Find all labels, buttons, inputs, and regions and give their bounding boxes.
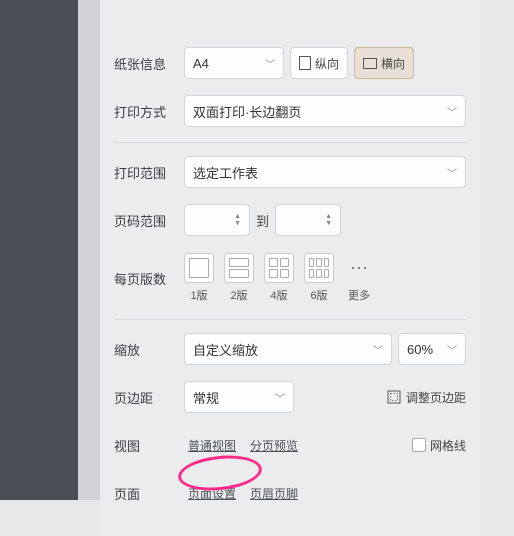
portrait-icon	[299, 56, 311, 70]
row-pages-per-sheet: 每页版数 1版 2版 4版 6版 ⋯ 更多	[114, 251, 466, 305]
zoom-mode-select[interactable]: 自定义缩放 ﹀	[184, 333, 392, 365]
ellipsis-icon: ⋯	[344, 253, 374, 283]
pages-per-sheet-label: 每页版数	[114, 269, 176, 288]
print-mode-label: 打印方式	[114, 102, 176, 121]
print-settings-panel: 纸张信息 A4 ﹀ 纵向 横向 打印方式 双面打印·长边翻页 ﹀	[100, 0, 480, 536]
row-view: 视图 普通视图 分页预览 网格线	[114, 428, 466, 462]
print-range-value: 选定工作表	[193, 163, 258, 182]
gridlines-text: 网格线	[430, 437, 466, 454]
chevron-down-icon: ﹀	[275, 390, 285, 405]
divider	[114, 319, 466, 320]
zoom-label: 缩放	[114, 340, 176, 359]
layout-more-text: 更多	[348, 287, 370, 303]
page-range-to-text: 到	[256, 211, 269, 230]
adjust-margins-text: 调整页边距	[406, 389, 466, 406]
row-margins: 页边距 常规 ﹀ 调整页边距	[114, 380, 466, 414]
landscape-icon	[363, 58, 377, 69]
layout-more-button[interactable]: ⋯ 更多	[344, 253, 374, 303]
paper-size-value: A4	[193, 56, 209, 71]
gridlines-checkbox	[412, 438, 426, 452]
gridlines-toggle[interactable]: 网格线	[412, 437, 466, 454]
layout-2-button[interactable]: 2版	[224, 253, 254, 303]
layout-4-text: 4版	[270, 287, 287, 303]
zoom-mode-value: 自定义缩放	[193, 340, 258, 359]
adjust-margins-button[interactable]: 调整页边距	[386, 389, 466, 406]
row-print-range: 打印范围 选定工作表 ﹀	[114, 155, 466, 189]
row-zoom: 缩放 自定义缩放 ﹀ 60% ﹀	[114, 332, 466, 366]
print-mode-select[interactable]: 双面打印·长边翻页 ﹀	[184, 95, 466, 127]
orientation-landscape-button[interactable]: 横向	[354, 47, 414, 79]
margins-label: 页边距	[114, 388, 176, 407]
layout-4-button[interactable]: 4版	[264, 253, 294, 303]
layout-1-text: 1版	[190, 287, 207, 303]
layout-6-button[interactable]: 6版	[304, 253, 334, 303]
chevron-down-icon: ﹀	[447, 104, 457, 119]
margins-value: 常规	[193, 388, 219, 407]
spinner-arrows-icon: ▲▼	[325, 213, 332, 227]
page-to-input[interactable]: ▲▼	[275, 204, 341, 236]
page-setup-link[interactable]: 页面设置	[184, 483, 240, 504]
page-range-label: 页码范围	[114, 211, 176, 230]
print-range-label: 打印范围	[114, 163, 176, 182]
top-toolbar	[114, 12, 466, 38]
view-normal-link[interactable]: 普通视图	[184, 435, 240, 456]
paper-label: 纸张信息	[114, 54, 176, 73]
chevron-down-icon: ﹀	[373, 342, 383, 357]
paper-size-select[interactable]: A4 ﹀	[184, 47, 284, 79]
portrait-text: 纵向	[315, 55, 339, 72]
page-from-input[interactable]: ▲▼	[184, 204, 250, 236]
divider	[114, 142, 466, 143]
spinner-arrows-icon: ▲▼	[234, 213, 241, 227]
margins-select[interactable]: 常规 ﹀	[184, 381, 294, 413]
zoom-value-text: 60%	[407, 342, 433, 357]
chevron-down-icon: ﹀	[447, 165, 457, 180]
row-page-range: 页码范围 ▲▼ 到 ▲▼	[114, 203, 466, 237]
row-paper: 纸张信息 A4 ﹀ 纵向 横向	[114, 46, 466, 80]
window-edge	[0, 0, 100, 500]
landscape-text: 横向	[381, 55, 405, 72]
chevron-down-icon: ﹀	[447, 342, 457, 357]
layout-1-button[interactable]: 1版	[184, 253, 214, 303]
header-footer-link[interactable]: 页眉页脚	[246, 483, 302, 504]
row-page: 页面 页面设置 页眉页脚	[114, 476, 466, 510]
print-range-select[interactable]: 选定工作表 ﹀	[184, 156, 466, 188]
orientation-portrait-button[interactable]: 纵向	[290, 47, 348, 79]
view-pagebreak-link[interactable]: 分页预览	[246, 435, 302, 456]
chevron-down-icon: ﹀	[265, 56, 275, 71]
view-label: 视图	[114, 436, 176, 455]
zoom-value-select[interactable]: 60% ﹀	[398, 333, 466, 365]
print-mode-value: 双面打印·长边翻页	[193, 102, 301, 121]
row-print-mode: 打印方式 双面打印·长边翻页 ﹀	[114, 94, 466, 128]
margins-icon	[386, 389, 402, 405]
layout-2-text: 2版	[230, 287, 247, 303]
layout-6-text: 6版	[310, 287, 327, 303]
